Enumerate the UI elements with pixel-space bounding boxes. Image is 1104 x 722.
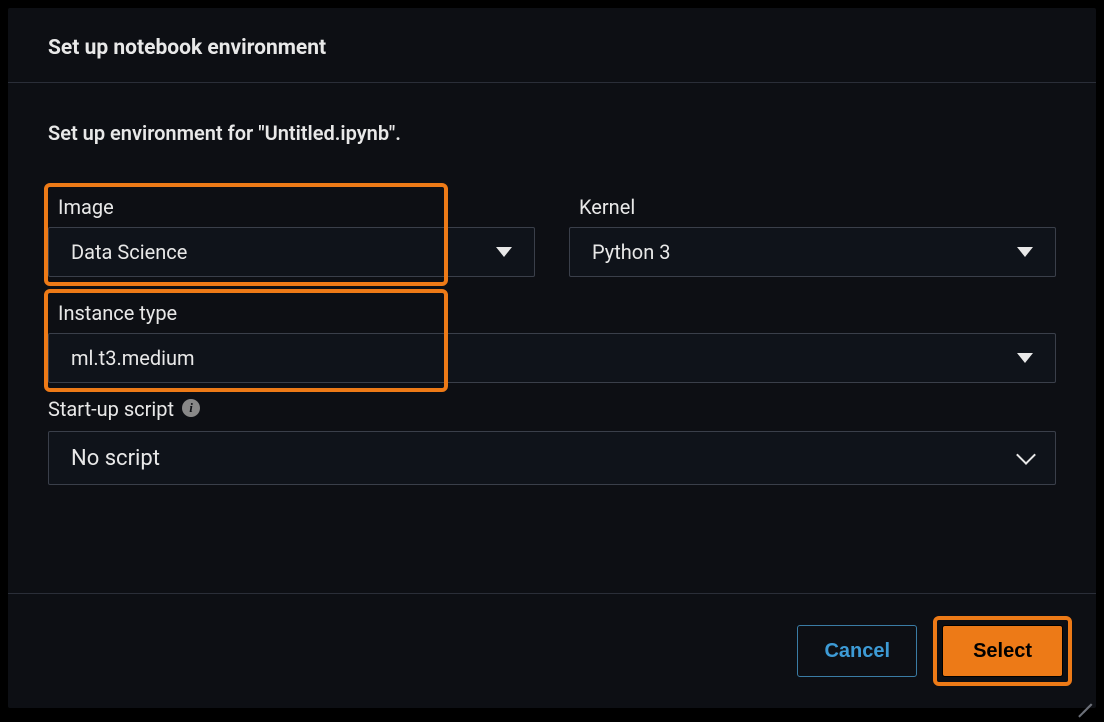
- select-button[interactable]: Select: [942, 625, 1063, 677]
- startup-script-field: Start-up script i No script: [48, 397, 1056, 485]
- image-label: Image: [58, 195, 114, 219]
- row-instance: Instance type ml.t3.medium: [48, 293, 1056, 383]
- kernel-select-value: Python 3: [592, 240, 670, 264]
- row-startup-script: Start-up script i No script: [48, 397, 1056, 485]
- dialog-header: Set up notebook environment: [8, 8, 1096, 83]
- dialog-subtitle: Set up environment for "Untitled.ipynb".: [48, 121, 1056, 145]
- dialog-content: Set up environment for "Untitled.ipynb".…: [8, 83, 1096, 521]
- image-select[interactable]: Data Science: [48, 227, 535, 277]
- kernel-label: Kernel: [579, 195, 635, 219]
- image-field: Image Data Science: [48, 187, 535, 277]
- instance-type-field: Instance type ml.t3.medium: [48, 293, 1056, 383]
- setup-notebook-dialog: Set up notebook environment Set up envir…: [6, 6, 1098, 710]
- instance-type-select-value: ml.t3.medium: [71, 346, 195, 370]
- highlight-select-button: Select: [933, 616, 1072, 686]
- startup-script-select[interactable]: No script: [48, 431, 1056, 485]
- kernel-select[interactable]: Python 3: [569, 227, 1056, 277]
- instance-type-select[interactable]: ml.t3.medium: [48, 333, 1056, 383]
- kernel-field: Kernel Python 3: [569, 187, 1056, 277]
- startup-script-label: Start-up script: [48, 397, 174, 421]
- info-icon[interactable]: i: [182, 399, 200, 417]
- dropdown-triangle-icon: [1017, 353, 1033, 363]
- dropdown-triangle-icon: [1017, 247, 1033, 257]
- row-image-kernel: Image Data Science Kernel Python 3: [48, 187, 1056, 277]
- dropdown-triangle-icon: [496, 247, 512, 257]
- cancel-button[interactable]: Cancel: [797, 625, 917, 677]
- instance-type-label: Instance type: [58, 301, 177, 325]
- dialog-footer: Cancel Select: [8, 593, 1096, 708]
- startup-script-select-value: No script: [71, 446, 160, 471]
- dialog-title: Set up notebook environment: [48, 36, 1056, 60]
- chevron-down-icon: [1016, 445, 1036, 465]
- image-select-value: Data Science: [71, 240, 187, 264]
